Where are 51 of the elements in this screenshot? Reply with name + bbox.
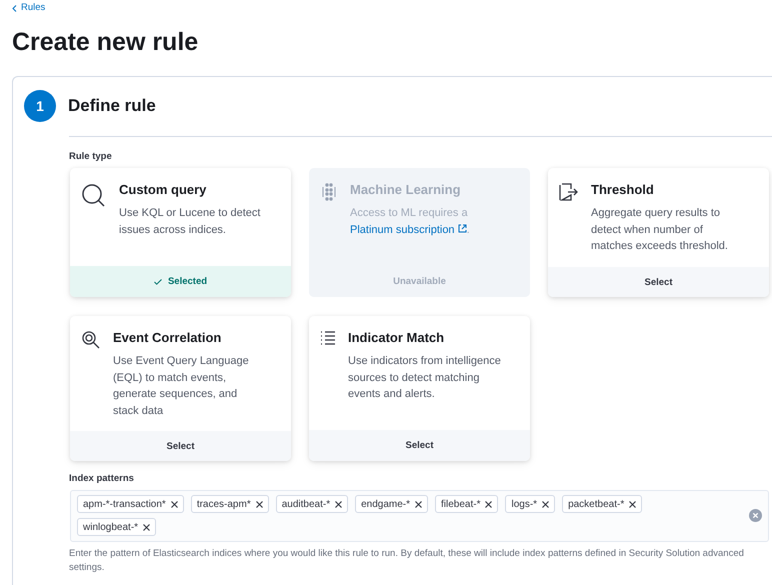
search-icon [81, 183, 107, 209]
help-text: Enter the pattern of Elasticsearch indices where you would like this rule to run. By default, these will include index patterns defined in Security Solution advanced settings. [69, 547, 745, 575]
card-description: Use Event Query Language (EQL) to match events, generate sequences, and stack data [113, 354, 250, 418]
external-link-icon [458, 224, 467, 232]
magnifier-icon [81, 331, 101, 349]
step-number: 1 [24, 90, 56, 122]
field-label: Rule type [69, 151, 113, 162]
breadcrumb-link[interactable]: Rules [21, 3, 46, 13]
field-label: Index patterns [69, 473, 135, 484]
rule-type-card[interactable]: Threshold Aggregate query results to detect when number of matches exceeds threshold. Select [548, 168, 769, 297]
card-description: Use indicators from intelligence sources to detect matching events and alerts. [348, 354, 502, 402]
card-title: Event Correlation [113, 329, 222, 347]
card-description: Access to ML requires a Platinum subscription . [350, 206, 471, 238]
card-title: Machine Learning [350, 181, 462, 199]
chevron-left-icon [12, 4, 17, 12]
pattern-chip[interactable]: traces-apm* [190, 495, 269, 513]
pattern-chip[interactable]: apm-*-transaction* [77, 495, 184, 513]
dots-icon [320, 183, 338, 201]
select-button[interactable]: Select [548, 266, 769, 297]
card-title: Indicator Match [348, 329, 446, 347]
remove-icon[interactable] [170, 500, 178, 508]
pattern-chip[interactable]: filebeat-* [435, 495, 498, 513]
remove-icon[interactable] [485, 500, 492, 508]
rule-type-card[interactable]: Custom query Use KQL or Lucene to detect issues across indices. Selected [70, 168, 291, 297]
remove-icon[interactable] [542, 500, 550, 508]
remove-icon[interactable] [415, 500, 422, 508]
remove-icon[interactable] [629, 500, 636, 508]
page-title: Create new rule [12, 27, 200, 58]
pattern-chip[interactable]: winlogbeat-* [77, 518, 156, 536]
select-button[interactable]: Select [70, 431, 291, 461]
pattern-chip[interactable]: endgame-* [355, 495, 428, 513]
list-icon [320, 331, 336, 345]
remove-icon[interactable] [256, 500, 263, 508]
card-description: Use KQL or Lucene to detect issues across indices. [119, 206, 262, 238]
pattern-chip[interactable]: logs-* [505, 495, 556, 513]
index-patterns-field[interactable]: apm-*-transaction* traces-apm* auditbeat-* endgame-* filebeat-* logs-* packetbeat-* winlogbeat-* [70, 490, 769, 542]
step-title: Define rule [68, 96, 156, 116]
document-arrow-icon [559, 183, 579, 201]
select-button[interactable]: Select [309, 430, 530, 461]
card-description: Aggregate query results to detect when number of matches exceeds threshold. [591, 206, 729, 254]
pattern-chip[interactable]: auditbeat-* [276, 495, 348, 513]
clear-icon[interactable] [749, 509, 762, 522]
remove-icon[interactable] [143, 524, 150, 530]
card-title: Threshold [591, 181, 655, 199]
rule-type-card[interactable]: Event Correlation Use Event Query Language (EQL) to match events, generate sequences, and stack data Select [70, 316, 291, 461]
check-icon [154, 278, 162, 284]
remove-icon[interactable] [335, 500, 342, 508]
card-title: Custom query [119, 181, 208, 199]
rule-type-card[interactable]: Indicator Match Use indicators from intelligence sources to detect matching events and alerts. Select [309, 316, 530, 461]
pattern-chip[interactable]: packetbeat-* [562, 495, 642, 513]
select-button[interactable]: Selected [70, 266, 291, 297]
